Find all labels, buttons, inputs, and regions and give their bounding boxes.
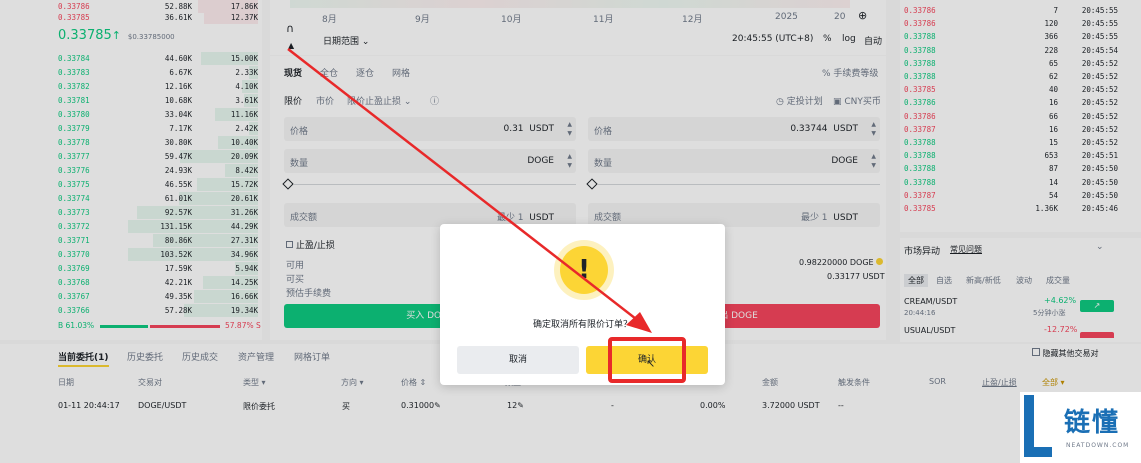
mouse-cursor-icon: ↖ (646, 357, 656, 370)
logo-site: NEATDOWN.COM (1066, 442, 1130, 449)
logo-brand: 链懂 (1064, 408, 1121, 438)
watermark-logo: 链懂 NEATDOWN.COM (1020, 392, 1141, 463)
warning-icon: ! (560, 246, 608, 294)
cancel-button[interactable]: 取消 (457, 346, 579, 374)
dialog-message: 确定取消所有限价订单？ (532, 320, 632, 330)
